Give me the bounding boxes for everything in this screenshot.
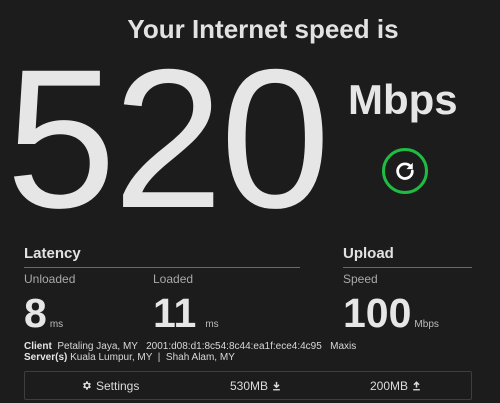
speed-value: 520 <box>6 28 330 249</box>
gear-icon <box>83 381 91 390</box>
upload-speed: 100 Mbps <box>343 293 439 334</box>
download-data-value: 530MB <box>230 378 269 393</box>
unloaded-label: Unloaded <box>24 272 76 286</box>
settings-button[interactable]: Settings <box>81 372 139 399</box>
upload-data-used: 200MB <box>370 372 421 399</box>
refresh-button[interactable] <box>382 148 428 194</box>
upload-divider <box>343 267 472 268</box>
unloaded-latency-unit: ms <box>49 319 64 330</box>
download-arrow-icon <box>273 381 280 390</box>
settings-bar: Settings 530MB 200MB <box>24 371 472 400</box>
upload-data-value: 200MB <box>370 378 409 393</box>
upload-speed-value: 100 <box>343 290 412 336</box>
client-details: Petaling Jaya, MY 2001:d08:d1:8c54:8c44:… <box>57 341 357 352</box>
client-info: Client Petaling Jaya, MY 2001:d08:d1:8c5… <box>24 341 356 352</box>
upload-speed-unit: Mbps <box>414 319 439 330</box>
upload-title: Upload <box>343 245 394 262</box>
loaded-latency: 11 ms <box>153 293 219 334</box>
server-label: Server(s) <box>24 352 68 363</box>
loaded-label: Loaded <box>153 272 194 286</box>
refresh-icon <box>396 162 414 180</box>
latency-divider <box>24 267 300 268</box>
settings-label: Settings <box>96 378 140 393</box>
client-label: Client <box>24 341 52 352</box>
unloaded-latency-value: 8 <box>24 290 47 336</box>
loaded-latency-value: 11 <box>153 290 197 336</box>
speed-unit: Mbps <box>348 76 458 123</box>
upload-speed-label: Speed <box>343 272 378 286</box>
unloaded-latency: 8 ms <box>24 293 63 334</box>
loaded-latency-unit: ms <box>205 319 219 330</box>
server-details: Kuala Lumpur, MY | Shah Alam, MY <box>70 352 235 363</box>
upload-arrow-icon <box>413 380 420 390</box>
server-info: Server(s) Kuala Lumpur, MY | Shah Alam, … <box>24 352 235 363</box>
latency-title: Latency <box>24 245 81 262</box>
download-data-used: 530MB <box>230 372 281 399</box>
